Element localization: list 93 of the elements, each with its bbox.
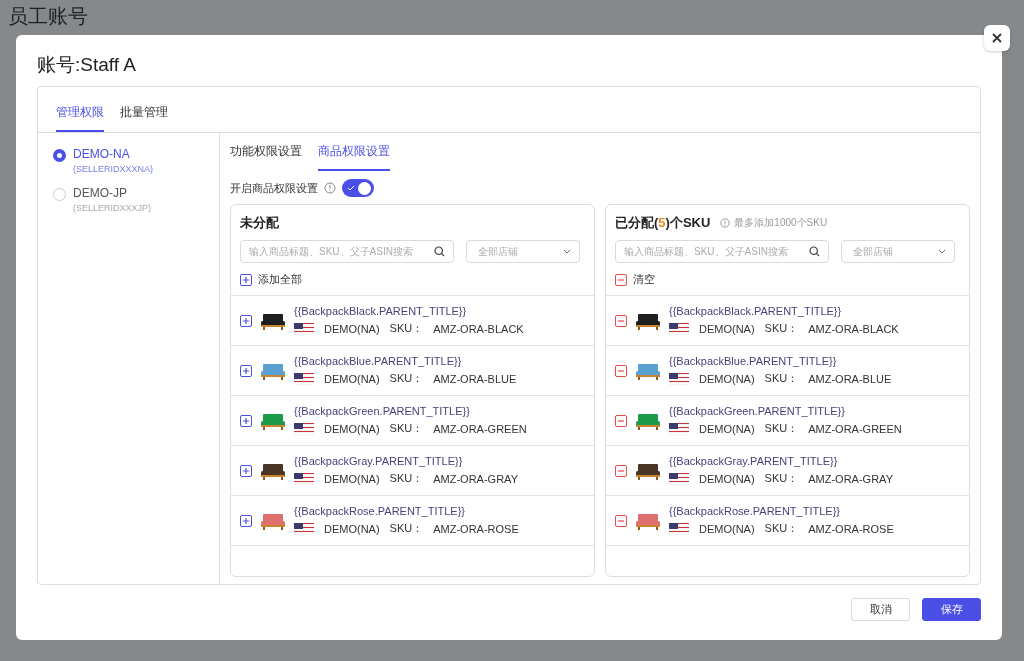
save-button[interactable]: 保存 xyxy=(922,598,981,621)
sku-value: AMZ-ORA-BLACK xyxy=(433,322,524,335)
store-name: DEMO(NA) xyxy=(699,522,755,535)
add-icon[interactable] xyxy=(240,514,252,527)
panel-title: 未分配 xyxy=(240,214,279,232)
remove-icon[interactable] xyxy=(615,314,627,327)
account-name[interactable]: DEMO-JP xyxy=(73,186,152,200)
store-name: DEMO(NA) xyxy=(699,422,755,435)
product-title: {{BackpackBlack.PARENT_TITLE}} xyxy=(669,305,843,317)
page-title: 员工账号 xyxy=(8,4,89,28)
sku-value: AMZ-ORA-BLACK xyxy=(808,322,899,335)
sku-label: SKU： xyxy=(389,321,424,336)
store-name: DEMO(NA) xyxy=(324,322,380,335)
store-name: DEMO(NA) xyxy=(699,372,755,385)
account-id: (SELLERIDXXXNA) xyxy=(73,164,154,174)
store-name: DEMO(NA) xyxy=(324,422,380,435)
toggle-switch[interactable] xyxy=(342,179,374,197)
tab[interactable]: 功能权限设置 xyxy=(230,143,302,171)
product-title: {{BackpackBlack.PARENT_TITLE}} xyxy=(294,305,468,317)
product-title: {{BackpackBlue.PARENT_TITLE}} xyxy=(294,355,463,367)
sku-label: SKU： xyxy=(764,521,799,536)
remove-icon[interactable] xyxy=(615,514,627,527)
sku-label: SKU： xyxy=(389,371,424,386)
sku-label: SKU： xyxy=(764,371,799,386)
caret-icon xyxy=(938,249,946,254)
us-flag-icon xyxy=(294,472,314,485)
add-icon[interactable] xyxy=(240,364,252,377)
sku-value: AMZ-ORA-BLUE xyxy=(433,372,517,385)
us-flag-icon xyxy=(294,522,314,535)
sku-label: SKU： xyxy=(389,421,424,436)
sku-value: AMZ-ORA-GRAY xyxy=(808,472,893,485)
us-flag-icon xyxy=(294,422,314,435)
dialog-title: 账号:Staff A xyxy=(37,53,137,77)
check-icon xyxy=(347,184,355,192)
limit-note: 最多添加1000个SKU xyxy=(734,216,828,230)
add-icon[interactable] xyxy=(240,464,252,477)
remove-icon[interactable] xyxy=(615,273,627,286)
cancel-button[interactable]: 取消 xyxy=(851,598,910,621)
search-icon xyxy=(434,246,445,257)
account-name[interactable]: DEMO-NA xyxy=(73,147,154,161)
radio-button[interactable] xyxy=(53,149,66,162)
add-all-button[interactable]: 添加全部 xyxy=(240,272,302,287)
sku-label: SKU： xyxy=(764,471,799,486)
info-icon xyxy=(324,182,336,194)
close-button[interactable] xyxy=(984,25,1010,51)
tab[interactable]: 管理权限 xyxy=(56,104,104,132)
search-icon xyxy=(809,246,820,257)
remove-icon[interactable] xyxy=(615,414,627,427)
store-name: DEMO(NA) xyxy=(699,472,755,485)
search-field[interactable]: 输入商品标题、SKU、父子ASIN搜索 xyxy=(615,240,829,263)
account-id: (SELLERIDXXXJP) xyxy=(73,203,152,213)
us-flag-icon xyxy=(669,372,689,385)
sku-value: AMZ-ORA-GRAY xyxy=(433,472,518,485)
add-icon[interactable] xyxy=(240,273,252,286)
caret-icon xyxy=(563,249,571,254)
product-title: {{BackpackGreen.PARENT_TITLE}} xyxy=(294,405,471,417)
toggle-label: 开启商品权限设置 xyxy=(230,180,318,196)
remove-icon[interactable] xyxy=(615,464,627,477)
sku-value: AMZ-ORA-GREEN xyxy=(433,422,527,435)
sku-value: AMZ-ORA-ROSE xyxy=(433,522,519,535)
sku-value: AMZ-ORA-BLUE xyxy=(808,372,892,385)
info-icon xyxy=(720,218,731,228)
sku-label: SKU： xyxy=(764,321,799,336)
sku-value: AMZ-ORA-ROSE xyxy=(808,522,894,535)
store-name: DEMO(NA) xyxy=(324,372,380,385)
sku-label: SKU： xyxy=(764,421,799,436)
us-flag-icon xyxy=(294,372,314,385)
product-title: {{BackpackGray.PARENT_TITLE}} xyxy=(294,455,464,467)
panel-title: 已分配(5)个SKU xyxy=(615,214,711,232)
store-name: DEMO(NA) xyxy=(324,522,380,535)
product-title: {{BackpackGreen.PARENT_TITLE}} xyxy=(669,405,846,417)
search-field[interactable]: 输入商品标题、SKU、父子ASIN搜索 xyxy=(240,240,454,263)
tab[interactable]: 商品权限设置 xyxy=(318,143,390,171)
us-flag-icon xyxy=(294,322,314,335)
product-title: {{BackpackRose.PARENT_TITLE}} xyxy=(294,505,466,517)
add-icon[interactable] xyxy=(240,414,252,427)
us-flag-icon xyxy=(669,522,689,535)
product-title: {{BackpackRose.PARENT_TITLE}} xyxy=(669,505,841,517)
product-title: {{BackpackBlue.PARENT_TITLE}} xyxy=(669,355,838,367)
clear-button[interactable]: 清空 xyxy=(615,272,655,287)
sku-value: AMZ-ORA-GREEN xyxy=(808,422,902,435)
sku-label: SKU： xyxy=(389,471,424,486)
us-flag-icon xyxy=(669,422,689,435)
product-title: {{BackpackGray.PARENT_TITLE}} xyxy=(669,455,839,467)
tab[interactable]: 批量管理 xyxy=(120,104,168,132)
close-icon xyxy=(991,32,1003,44)
remove-icon[interactable] xyxy=(615,364,627,377)
store-name: DEMO(NA) xyxy=(699,322,755,335)
sku-label: SKU： xyxy=(389,521,424,536)
add-icon[interactable] xyxy=(240,314,252,327)
us-flag-icon xyxy=(669,472,689,485)
us-flag-icon xyxy=(669,322,689,335)
store-name: DEMO(NA) xyxy=(324,472,380,485)
